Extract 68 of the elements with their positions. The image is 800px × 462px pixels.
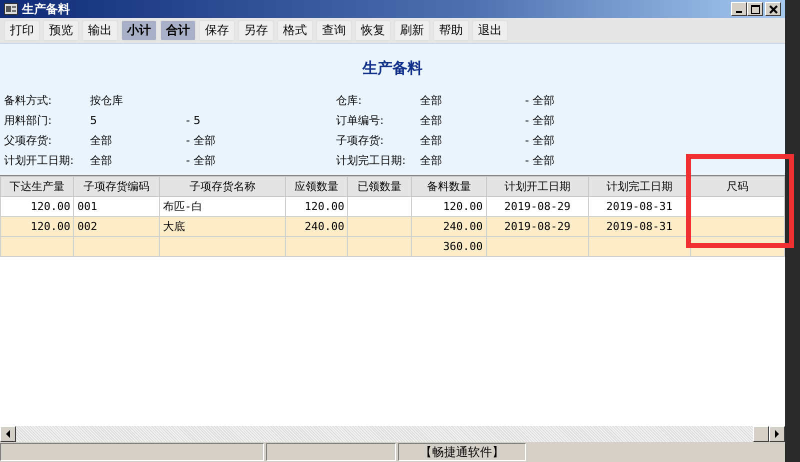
toolbar-button[interactable]: 预览	[43, 20, 79, 41]
column-header[interactable]: 计划开工日期	[486, 176, 588, 196]
table-cell: 002	[74, 216, 160, 236]
window-title: 生产备料	[22, 0, 71, 18]
app-icon	[4, 3, 18, 15]
filter-value: 全部	[420, 112, 443, 128]
table-cell	[348, 236, 412, 256]
toolbar-button[interactable]: 输出	[82, 20, 118, 41]
toolbar-button[interactable]: 小计	[121, 20, 157, 41]
filter-label: 订单编号:	[336, 112, 385, 128]
table-cell: 240.00	[411, 216, 486, 236]
toolbar-button[interactable]: 打印	[4, 20, 40, 41]
column-header[interactable]: 子项存货编码	[74, 176, 160, 196]
toolbar-button[interactable]: 刷新	[394, 20, 430, 41]
column-header[interactable]: 应领数量	[285, 176, 348, 196]
status-panel: 【畅捷通软件】	[398, 443, 526, 461]
table-cell: 120.00	[0, 216, 74, 236]
scroll-thumb[interactable]	[753, 426, 769, 442]
report-title: 生产备料	[361, 59, 424, 78]
minimize-button[interactable]	[731, 2, 747, 16]
toolbar-button[interactable]: 保存	[199, 20, 235, 41]
close-icon	[768, 4, 778, 14]
left-arrow-icon	[5, 430, 11, 438]
filter-label: 计划完工日期:	[336, 152, 407, 168]
toolbar-button[interactable]: 查询	[316, 20, 352, 41]
filter-value: 全部	[90, 152, 113, 168]
filter-value: - 全部	[525, 112, 556, 128]
column-header[interactable]: 备料数量	[411, 176, 486, 196]
scroll-right-button[interactable]	[769, 426, 785, 442]
filter-value: 全部	[90, 132, 113, 148]
filter-value: - 全部	[186, 154, 216, 166]
column-header[interactable]: 已领数量	[348, 176, 412, 196]
table-cell: 大底	[159, 216, 286, 236]
filter-label: 用料部门:	[4, 112, 53, 128]
table-cell: 240.00	[285, 216, 348, 236]
maximize-button[interactable]	[747, 2, 763, 16]
column-header[interactable]: 尺码	[690, 176, 784, 196]
toolbar-button[interactable]: 合计	[160, 20, 196, 41]
toolbar-button[interactable]: 帮助	[433, 20, 469, 41]
table-cell	[348, 216, 412, 236]
filter-value: 全部	[420, 92, 443, 108]
table-cell	[285, 236, 348, 256]
toolbar-button[interactable]: 退出	[472, 20, 508, 41]
table-cell: 360.00	[411, 236, 486, 256]
filter-value: - 全部	[186, 134, 216, 146]
right-arrow-icon	[774, 430, 780, 438]
maximize-icon	[750, 4, 760, 14]
toolbar-button[interactable]: 格式	[277, 20, 313, 41]
scroll-left-button[interactable]	[0, 426, 16, 442]
filter-value: 全部	[420, 152, 443, 168]
filter-value: 5	[90, 114, 98, 126]
column-header[interactable]: 下达生产量	[0, 176, 74, 196]
filter-value: - 全部	[525, 132, 556, 148]
filter-label: 仓库:	[336, 92, 363, 108]
table-cell: 2019-08-29	[486, 216, 588, 236]
filter-value: - 全部	[525, 92, 556, 108]
close-button[interactable]	[765, 2, 781, 16]
toolbar-button[interactable]: 另存	[238, 20, 274, 41]
filter-value: 按仓库	[90, 92, 124, 108]
filter-value: 全部	[420, 132, 443, 148]
filter-value: - 5	[186, 114, 200, 126]
filter-value: - 全部	[525, 152, 556, 168]
filter-label: 备料方式:	[4, 92, 53, 108]
column-header[interactable]: 子项存货名称	[159, 176, 286, 196]
filter-label: 父项存货:	[4, 132, 53, 148]
filter-label: 计划开工日期:	[4, 152, 75, 168]
filter-label: 子项存货:	[336, 132, 385, 148]
toolbar-button[interactable]: 恢复	[355, 20, 391, 41]
